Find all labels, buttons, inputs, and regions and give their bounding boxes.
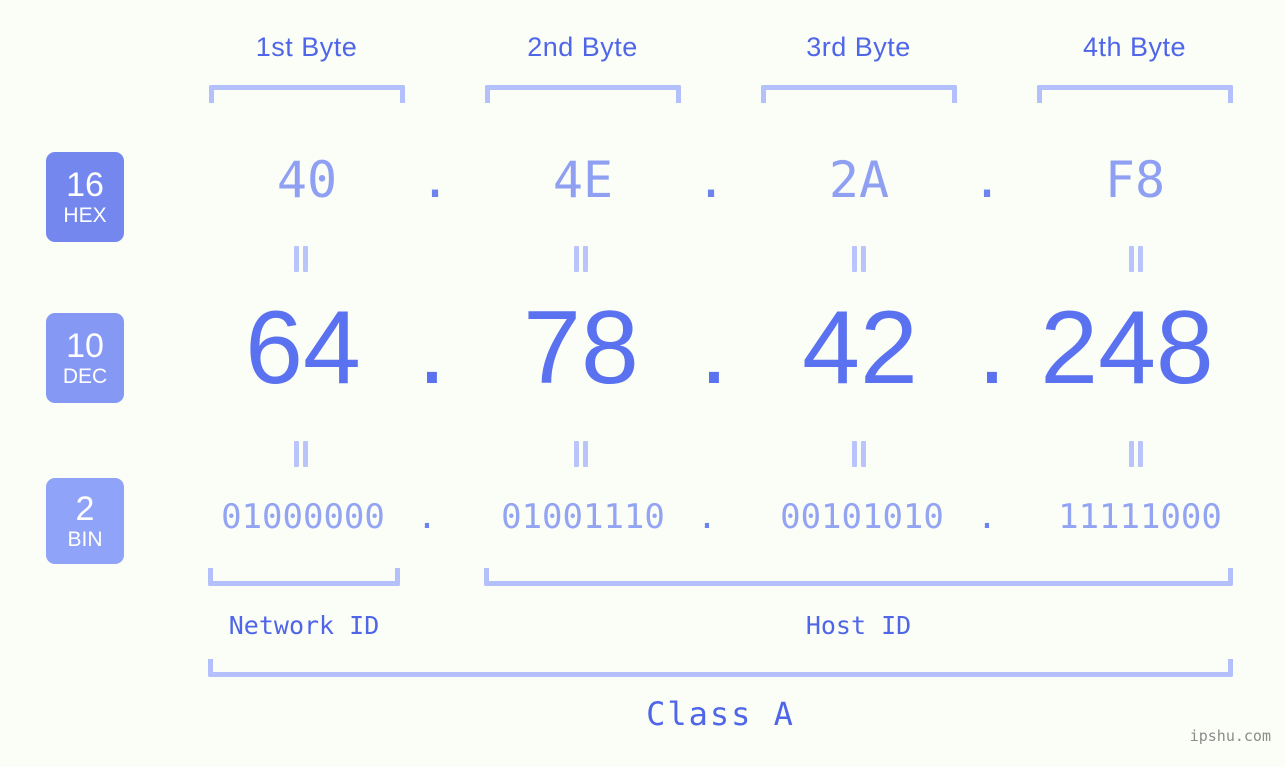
base-badge-hex-number: 16 — [66, 166, 104, 204]
bin-separator-2: . — [696, 497, 718, 537]
equals-mark-dec-bin-4 — [1126, 441, 1146, 467]
hex-value-byte-4: F8 — [1104, 151, 1166, 209]
byte-bracket-2 — [485, 85, 681, 103]
byte-header-3: 3rd Byte — [806, 32, 911, 62]
hex-value-byte-1: 40 — [276, 151, 338, 209]
site-watermark: ipshu.com — [1189, 727, 1271, 745]
byte-header-1: 1st Byte — [255, 32, 358, 62]
byte-header-4: 4th Byte — [1082, 32, 1187, 62]
base-badge-bin: 2 BIN — [46, 478, 124, 564]
equals-mark-dec-bin-2 — [571, 441, 591, 467]
base-badge-hex: 16 HEX — [46, 152, 124, 242]
hex-separator-2: . — [695, 151, 727, 209]
base-badge-dec-number: 10 — [66, 327, 104, 365]
ip-class-label: Class A — [646, 695, 795, 733]
base-badge-dec: 10 DEC — [46, 313, 124, 403]
equals-mark-hex-dec-3 — [849, 246, 869, 272]
byte-bracket-1 — [209, 85, 405, 103]
equals-mark-dec-bin-3 — [849, 441, 869, 467]
base-badge-dec-label: DEC — [62, 365, 108, 388]
host-id-bracket — [484, 568, 1233, 586]
bin-value-byte-4: 11111000 — [1058, 497, 1222, 537]
dec-value-byte-3: 42 — [802, 290, 918, 406]
ip-breakdown-diagram: 1st Byte 2nd Byte 3rd Byte 4th Byte 16 H… — [0, 0, 1285, 767]
bin-separator-1: . — [416, 497, 438, 537]
host-id-label: Host ID — [805, 611, 912, 640]
hex-value-byte-3: 2A — [828, 151, 890, 209]
base-badge-bin-label: BIN — [67, 528, 103, 551]
dec-value-byte-4: 248 — [1040, 290, 1214, 406]
network-id-label: Network ID — [228, 611, 380, 640]
base-badge-bin-number: 2 — [75, 490, 95, 528]
dec-separator-1: . — [417, 290, 447, 406]
base-badge-hex-label: HEX — [63, 204, 107, 227]
hex-separator-1: . — [419, 151, 451, 209]
class-bracket — [208, 659, 1233, 677]
network-id-bracket — [208, 568, 400, 586]
bin-separator-3: . — [976, 497, 998, 537]
hex-separator-3: . — [971, 151, 1003, 209]
bin-value-byte-2: 01001110 — [501, 497, 665, 537]
equals-mark-dec-bin-1 — [291, 441, 311, 467]
dec-separator-3: . — [977, 290, 1007, 406]
bin-value-byte-1: 01000000 — [221, 497, 385, 537]
hex-value-byte-2: 4E — [552, 151, 614, 209]
byte-bracket-4 — [1037, 85, 1233, 103]
dec-value-byte-1: 64 — [245, 290, 361, 406]
dec-value-byte-2: 78 — [523, 290, 639, 406]
bin-value-byte-3: 00101010 — [780, 497, 944, 537]
dec-separator-2: . — [699, 290, 729, 406]
byte-bracket-3 — [761, 85, 957, 103]
byte-header-2: 2nd Byte — [527, 32, 638, 62]
equals-mark-hex-dec-2 — [571, 246, 591, 272]
equals-mark-hex-dec-1 — [291, 246, 311, 272]
equals-mark-hex-dec-4 — [1126, 246, 1146, 272]
